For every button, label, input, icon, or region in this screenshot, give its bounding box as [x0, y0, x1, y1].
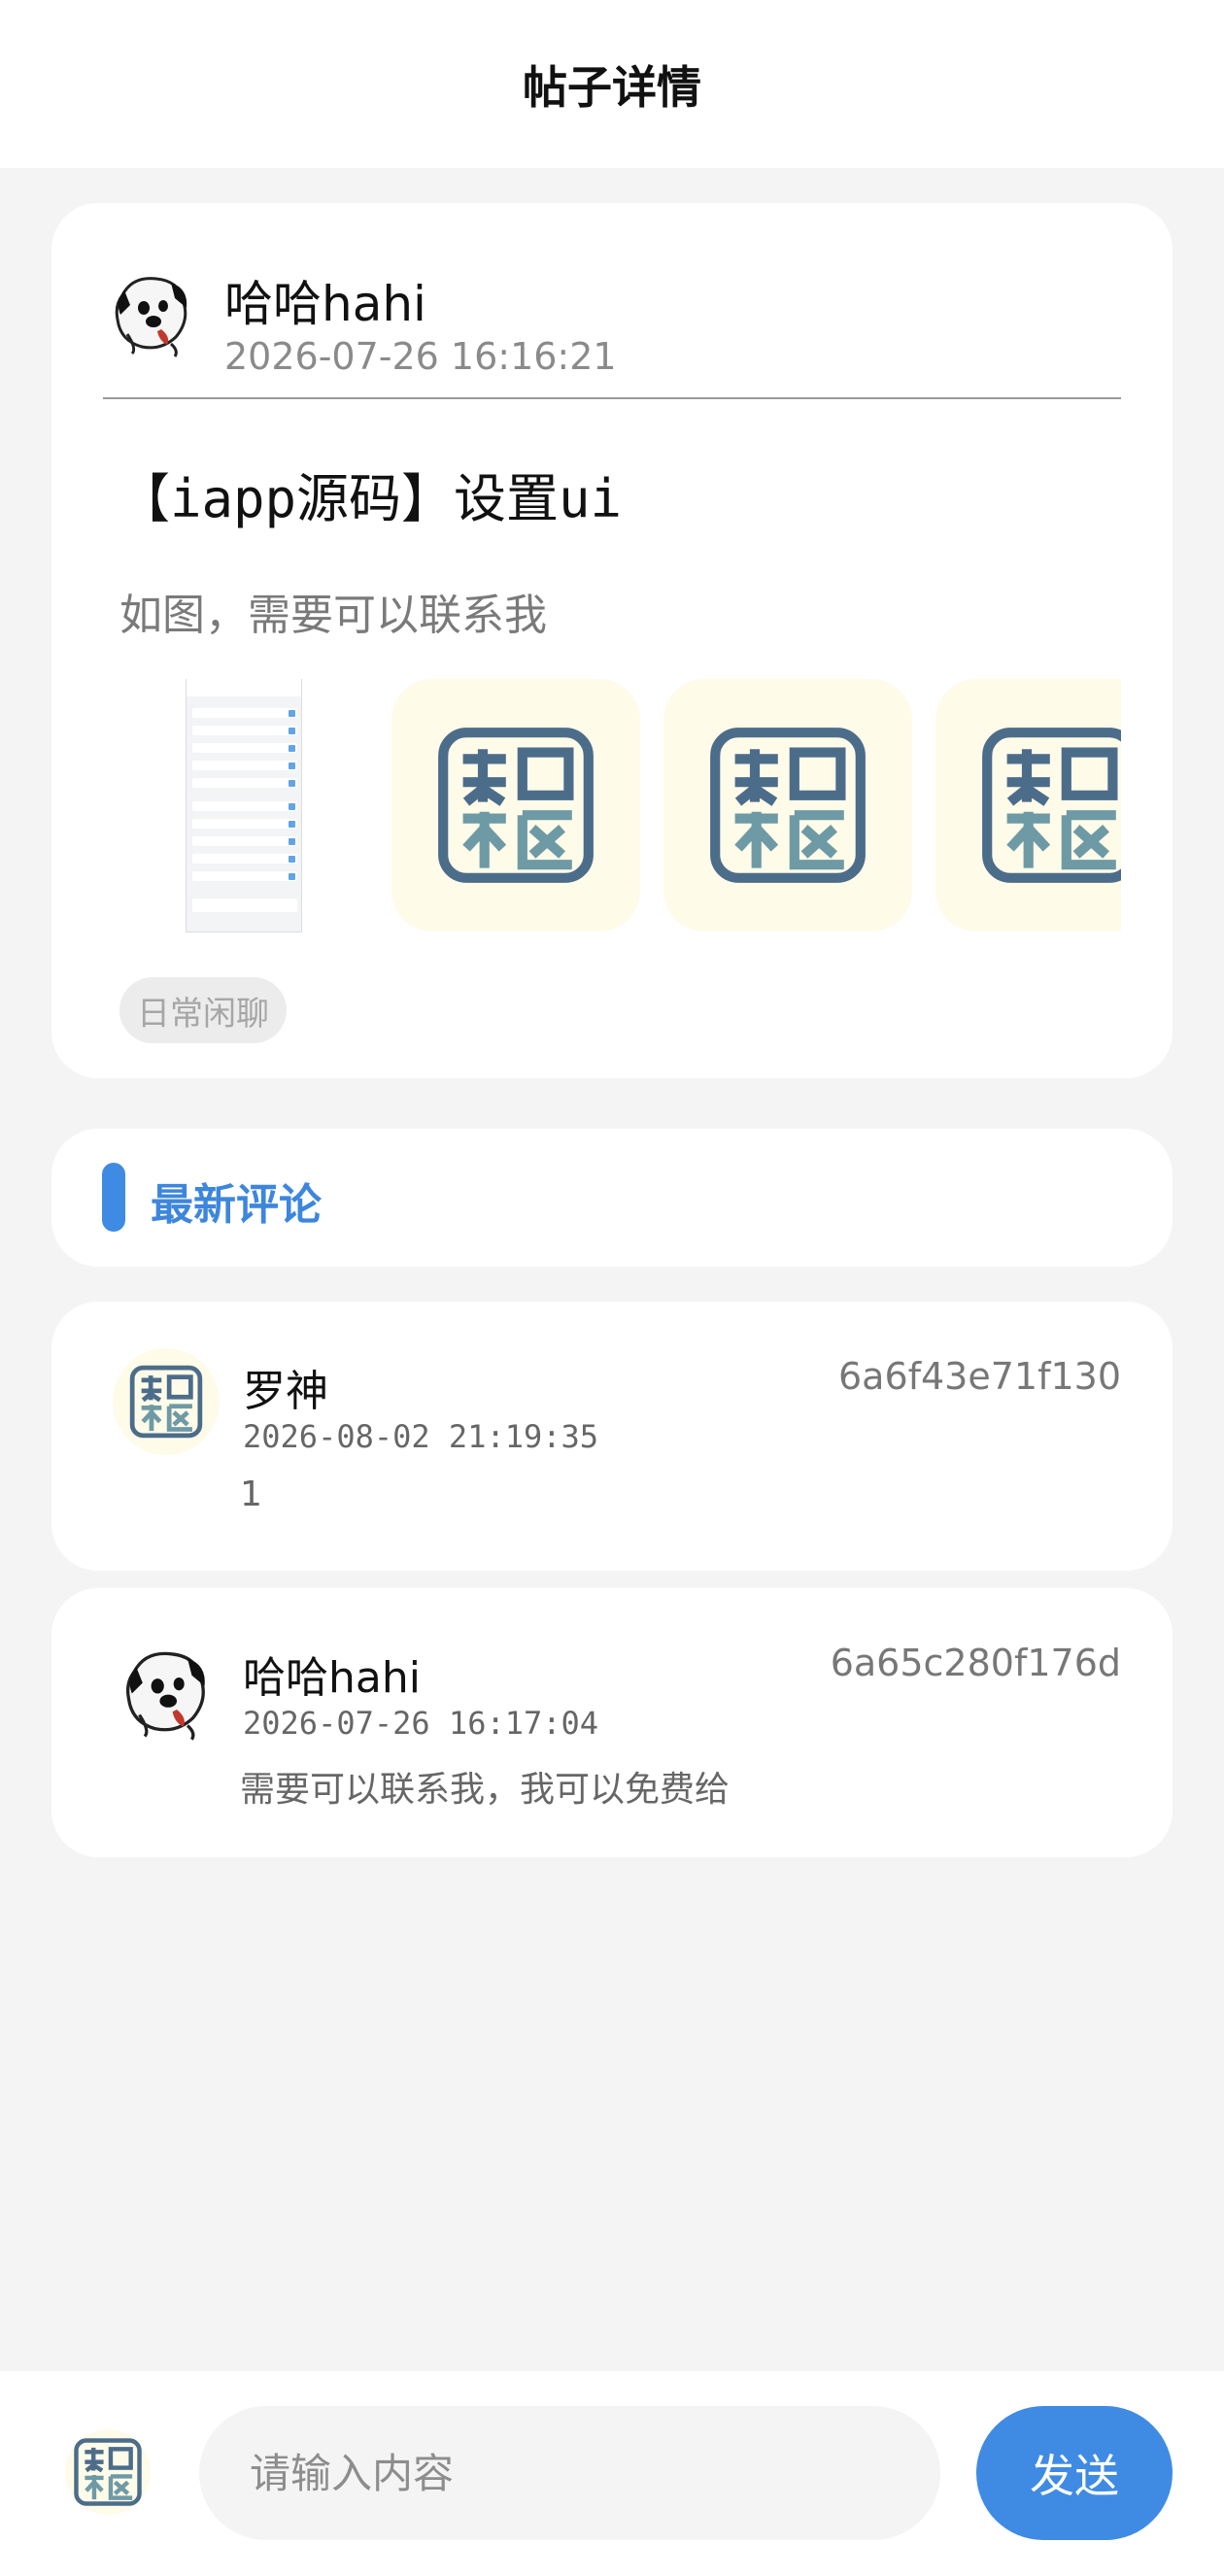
- divider: [103, 397, 1121, 399]
- post-title: 【iapp源码】设置ui: [118, 468, 623, 529]
- commenter-name[interactable]: 罗神: [243, 1356, 328, 1418]
- author-avatar[interactable]: [103, 261, 200, 358]
- comment-composer: 发送: [0, 2371, 1224, 2576]
- dog-avatar-icon: [113, 1635, 220, 1742]
- post-card: 哈哈hahi 2026-07-26 16:16:21 【iapp源码】设置ui …: [51, 203, 1173, 1078]
- post-content: 如图，需要可以联系我: [119, 591, 547, 640]
- comment-id: 6a6f43e71f130: [837, 1355, 1121, 1398]
- send-button[interactable]: 发送: [976, 2406, 1173, 2540]
- dog-avatar-icon: [103, 261, 200, 358]
- current-user-avatar[interactable]: [65, 2429, 151, 2515]
- page-title: 帖子详情: [523, 60, 701, 114]
- gallery-image-logo[interactable]: [663, 679, 912, 932]
- app-logo-icon: [113, 1348, 220, 1455]
- comment-item[interactable]: 哈哈hahi 2026-07-26 16:17:04 需要可以联系我，我可以免费…: [51, 1588, 1173, 1857]
- comment-time: 2026-08-02 21:19:35: [243, 1418, 599, 1455]
- gallery-image-logo[interactable]: [391, 679, 640, 932]
- section-title: 最新评论: [151, 1180, 322, 1230]
- gallery-image-screenshot[interactable]: [119, 679, 368, 932]
- app-logo-icon: [710, 728, 866, 883]
- gallery-image-logo[interactable]: [935, 679, 1121, 932]
- comment-text: 1: [240, 1474, 262, 1514]
- comment-time: 2026-07-26 16:17:04: [243, 1705, 599, 1742]
- commenter-avatar[interactable]: [113, 1348, 220, 1455]
- image-gallery[interactable]: [119, 679, 1121, 951]
- comments-section-header: 最新评论: [51, 1129, 1173, 1267]
- author-name[interactable]: 哈哈hahi: [224, 265, 426, 335]
- app-header: 帖子详情: [0, 0, 1224, 168]
- comment-item[interactable]: 罗神 2026-08-02 21:19:35 1 6a6f43e71f130: [51, 1302, 1173, 1571]
- commenter-name[interactable]: 哈哈hahi: [243, 1643, 421, 1705]
- topic-tag[interactable]: 日常闲聊: [119, 977, 287, 1043]
- post-time: 2026-07-26 16:16:21: [224, 335, 617, 378]
- app-logo-icon: [438, 728, 594, 883]
- comment-input[interactable]: [199, 2406, 940, 2540]
- comment-text: 需要可以联系我，我可以免费给: [240, 1770, 731, 1810]
- app-screenshot-icon: [186, 679, 302, 932]
- comment-id: 6a65c280f176d: [830, 1642, 1121, 1684]
- app-logo-icon: [65, 2429, 151, 2515]
- section-accent-bar: [102, 1163, 125, 1232]
- app-logo-icon: [982, 728, 1121, 883]
- commenter-avatar[interactable]: [113, 1635, 220, 1742]
